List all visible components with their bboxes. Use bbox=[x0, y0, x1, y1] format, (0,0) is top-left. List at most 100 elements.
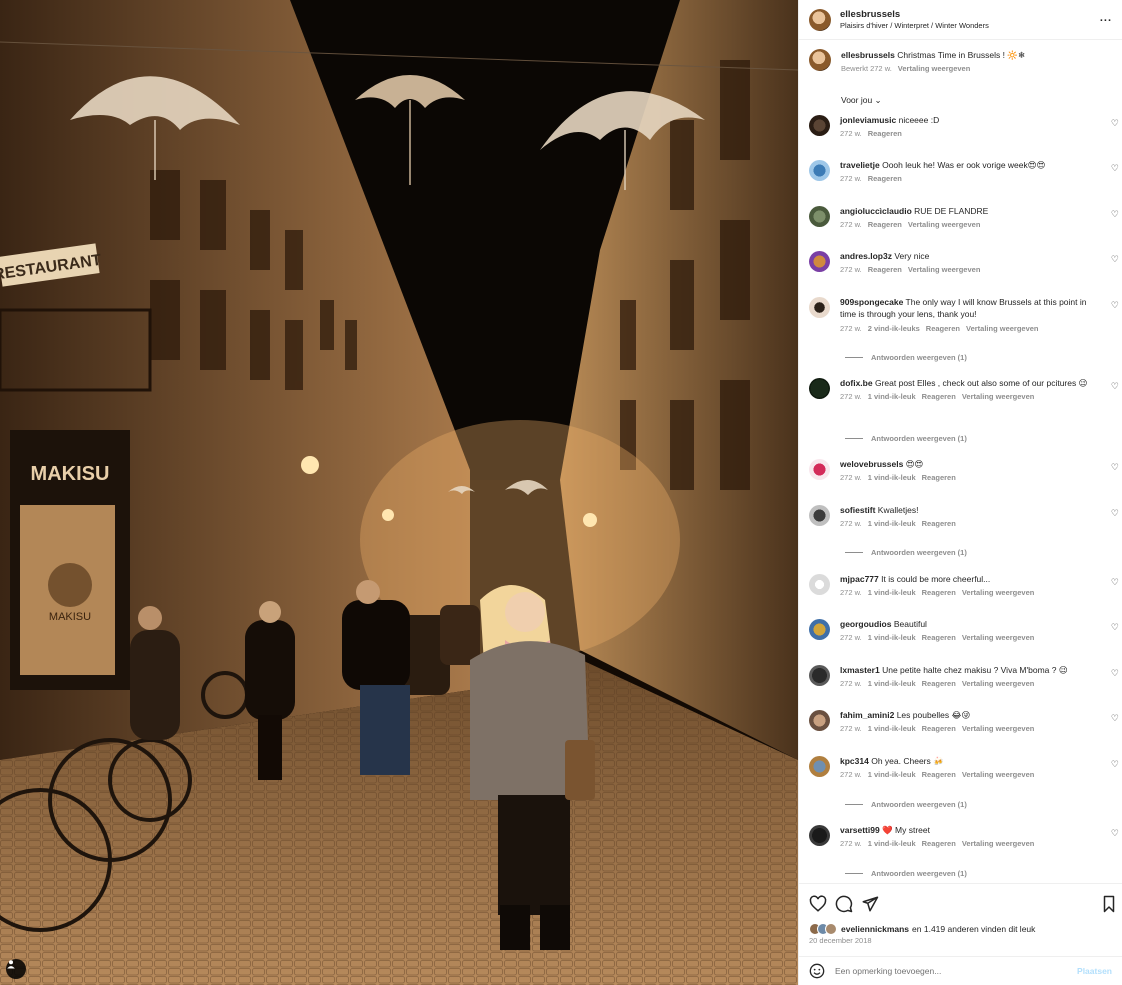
likes-first-user[interactable]: eveliennickmans bbox=[841, 924, 909, 934]
view-replies-link[interactable]: Antwoorden weergeven (1) bbox=[845, 869, 967, 878]
comment-like-heart-icon[interactable]: ♡ bbox=[1111, 462, 1119, 473]
comment-translate-link[interactable]: Vertaling weergeven bbox=[908, 220, 981, 231]
commenter-username[interactable]: lxmaster1 bbox=[840, 665, 880, 675]
comment-likes-count[interactable]: 1 vind-ik-leuk bbox=[868, 679, 916, 690]
comment-likes-count[interactable]: 1 vind-ik-leuk bbox=[868, 839, 916, 850]
comment-reply-link[interactable]: Reageren bbox=[922, 473, 956, 484]
view-replies-link[interactable]: Antwoorden weergeven (1) bbox=[845, 800, 967, 809]
comment-reply-link[interactable]: Reageren bbox=[922, 588, 956, 599]
commenter-avatar[interactable] bbox=[809, 459, 830, 480]
commenter-avatar[interactable] bbox=[809, 710, 830, 731]
likes-count[interactable]: en 1.419 anderen vinden dit leuk bbox=[912, 924, 1035, 934]
sort-comments-dropdown[interactable]: Voor jou ⌄ bbox=[841, 95, 882, 106]
commenter-username[interactable]: mjpac777 bbox=[840, 574, 879, 584]
commenter-avatar[interactable] bbox=[809, 665, 830, 686]
view-replies-link[interactable]: Antwoorden weergeven (1) bbox=[845, 434, 967, 443]
comment-likes-count[interactable]: 1 vind-ik-leuk bbox=[868, 473, 916, 484]
caption-username[interactable]: ellesbrussels bbox=[841, 50, 895, 60]
commenter-avatar[interactable] bbox=[809, 206, 830, 227]
comment-reply-link[interactable]: Reageren bbox=[868, 129, 902, 140]
comment-like-heart-icon[interactable]: ♡ bbox=[1111, 300, 1119, 311]
comment-like-heart-icon[interactable]: ♡ bbox=[1111, 209, 1119, 220]
commenter-username[interactable]: angioluccìclaudio bbox=[840, 206, 912, 216]
commenter-username[interactable]: travelietje bbox=[840, 160, 880, 170]
comment-reply-link[interactable]: Reageren bbox=[922, 519, 956, 530]
commenter-avatar[interactable] bbox=[809, 505, 830, 526]
comment-likes-count[interactable]: 1 vind-ik-leuk bbox=[868, 519, 916, 530]
more-options-icon[interactable]: ... bbox=[1100, 12, 1112, 24]
comment-likes-count[interactable]: 1 vind-ik-leuk bbox=[868, 392, 916, 403]
comment-like-heart-icon[interactable]: ♡ bbox=[1111, 163, 1119, 174]
likes-summary[interactable]: eveliennickmans en 1.419 anderen vinden … bbox=[809, 923, 1112, 935]
comment-input[interactable] bbox=[835, 966, 1078, 976]
commenter-username[interactable]: kpc314 bbox=[840, 756, 869, 766]
comment-likes-count[interactable]: 1 vind-ik-leuk bbox=[868, 770, 916, 781]
commenter-username[interactable]: 909spongecake bbox=[840, 297, 903, 307]
comment-like-heart-icon[interactable]: ♡ bbox=[1111, 622, 1119, 633]
comment-translate-link[interactable]: Vertaling weergeven bbox=[966, 324, 1039, 335]
comment-like-heart-icon[interactable]: ♡ bbox=[1111, 254, 1119, 265]
comment-translate-link[interactable]: Vertaling weergeven bbox=[962, 770, 1035, 781]
comment-reply-link[interactable]: Reageren bbox=[922, 392, 956, 403]
commenter-avatar[interactable] bbox=[809, 297, 830, 318]
emoji-smiley-icon[interactable] bbox=[809, 963, 825, 979]
commenter-username[interactable]: andres.lop3z bbox=[840, 251, 892, 261]
view-replies-link[interactable]: Antwoorden weergeven (1) bbox=[845, 548, 967, 557]
comment-like-heart-icon[interactable]: ♡ bbox=[1111, 381, 1119, 392]
comment-translate-link[interactable]: Vertaling weergeven bbox=[962, 839, 1035, 850]
comment-reply-link[interactable]: Reageren bbox=[868, 174, 902, 185]
view-replies-link[interactable]: Antwoorden weergeven (1) bbox=[845, 353, 967, 362]
like-heart-icon[interactable] bbox=[809, 895, 827, 913]
commenter-username[interactable]: dofix.be bbox=[840, 378, 873, 388]
commenter-username[interactable]: sofiestift bbox=[840, 505, 875, 515]
commenter-username[interactable]: varsetti99 bbox=[840, 825, 880, 835]
commenter-avatar[interactable] bbox=[809, 251, 830, 272]
comment-likes-count[interactable]: 1 vind-ik-leuk bbox=[868, 588, 916, 599]
commenter-avatar[interactable] bbox=[809, 756, 830, 777]
comment-translate-link[interactable]: Vertaling weergeven bbox=[908, 265, 981, 276]
post-photo[interactable]: MAKISU MAKISU RESTAURANT bbox=[0, 0, 798, 985]
caption-avatar[interactable] bbox=[809, 49, 831, 71]
author-username[interactable]: ellesbrussels bbox=[840, 9, 989, 21]
comment-translate-link[interactable]: Vertaling weergeven bbox=[962, 724, 1035, 735]
post-location[interactable]: Plaisirs d'hiver / Winterpret / Winter W… bbox=[840, 21, 989, 30]
comment-like-heart-icon[interactable]: ♡ bbox=[1111, 668, 1119, 679]
comment-reply-link[interactable]: Reageren bbox=[926, 324, 960, 335]
comment-like-heart-icon[interactable]: ♡ bbox=[1111, 118, 1119, 129]
share-paper-plane-icon[interactable] bbox=[861, 895, 879, 913]
commenter-username[interactable]: jonleviamusic bbox=[840, 115, 896, 125]
comment-translate-link[interactable]: Vertaling weergeven bbox=[962, 679, 1035, 690]
comment-like-heart-icon[interactable]: ♡ bbox=[1111, 828, 1119, 839]
comment-reply-link[interactable]: Reageren bbox=[922, 770, 956, 781]
commenter-avatar[interactable] bbox=[809, 378, 830, 399]
comment-reply-link[interactable]: Reageren bbox=[922, 633, 956, 644]
comment-like-heart-icon[interactable]: ♡ bbox=[1111, 713, 1119, 724]
comment-translate-link[interactable]: Vertaling weergeven bbox=[962, 588, 1035, 599]
comment-likes-count[interactable]: 1 vind-ik-leuk bbox=[868, 724, 916, 735]
tagged-user-icon[interactable] bbox=[6, 959, 26, 979]
comment-translate-link[interactable]: Vertaling weergeven bbox=[962, 392, 1035, 403]
comment-reply-link[interactable]: Reageren bbox=[922, 724, 956, 735]
comments-list[interactable]: ellesbrussels Christmas Time in Brussels… bbox=[799, 40, 1122, 883]
comment-reply-link[interactable]: Reageren bbox=[868, 220, 902, 231]
post-comment-button[interactable]: Plaatsen bbox=[1077, 966, 1112, 976]
commenter-avatar[interactable] bbox=[809, 574, 830, 595]
commenter-username[interactable]: fahim_amini2 bbox=[840, 710, 894, 720]
author-avatar[interactable] bbox=[809, 8, 831, 31]
comment-translate-link[interactable]: Vertaling weergeven bbox=[962, 633, 1035, 644]
comment-likes-count[interactable]: 1 vind-ik-leuk bbox=[868, 633, 916, 644]
comment-bubble-icon[interactable] bbox=[835, 895, 853, 913]
commenter-username[interactable]: georgoudios bbox=[840, 619, 891, 629]
comment-reply-link[interactable]: Reageren bbox=[922, 679, 956, 690]
comment-reply-link[interactable]: Reageren bbox=[922, 839, 956, 850]
commenter-avatar[interactable] bbox=[809, 825, 830, 846]
commenter-username[interactable]: welovebrussels bbox=[840, 459, 903, 469]
comment-like-heart-icon[interactable]: ♡ bbox=[1111, 759, 1119, 770]
commenter-avatar[interactable] bbox=[809, 160, 830, 181]
commenter-avatar[interactable] bbox=[809, 619, 830, 640]
comment-likes-count[interactable]: 2 vind-ik-leuks bbox=[868, 324, 920, 335]
comment-like-heart-icon[interactable]: ♡ bbox=[1111, 577, 1119, 588]
comment-like-heart-icon[interactable]: ♡ bbox=[1111, 508, 1119, 519]
comment-reply-link[interactable]: Reageren bbox=[868, 265, 902, 276]
save-bookmark-icon[interactable] bbox=[1100, 895, 1118, 913]
